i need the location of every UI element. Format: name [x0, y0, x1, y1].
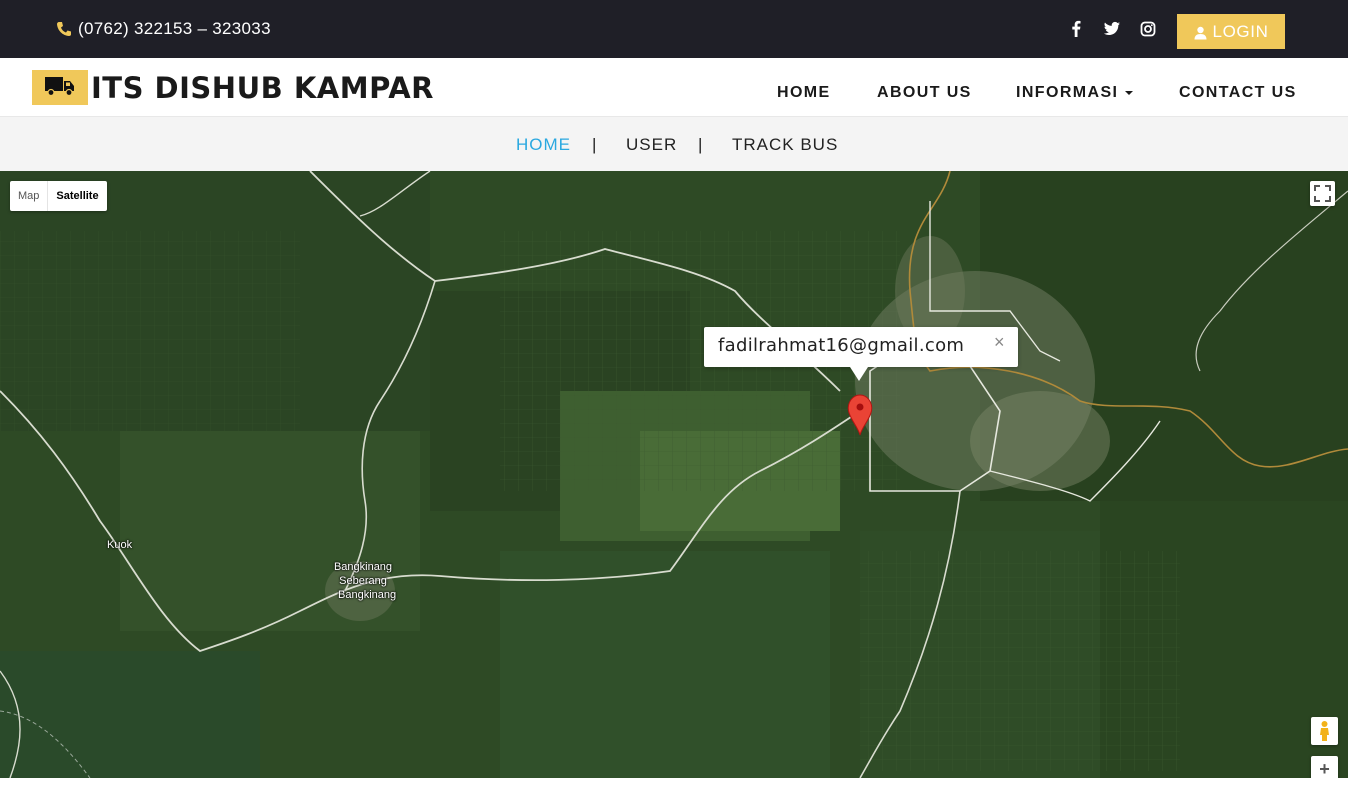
info-window-email: fadilrahmat16@gmail.com — [718, 335, 965, 356]
site-brand[interactable]: ITS DISHUB KAMPAR — [91, 71, 434, 105]
facebook-icon[interactable] — [1066, 20, 1086, 38]
subnav-separator: | — [698, 135, 704, 154]
phone-number: (0762) 322153 – 323033 — [78, 19, 271, 38]
street-view-button[interactable] — [1311, 717, 1338, 745]
instagram-icon[interactable] — [1138, 20, 1158, 38]
nav-contact-us[interactable]: CONTACT US — [1179, 84, 1297, 102]
nav-informasi[interactable]: INFORMASI — [1016, 84, 1134, 102]
twitter-icon[interactable] — [1102, 20, 1122, 38]
map-type-map-button[interactable]: Map — [10, 181, 47, 211]
place-label-bangkinang-seberang: Bangkinang Seberang — [333, 561, 393, 587]
info-window-close-icon[interactable]: × — [994, 332, 1005, 353]
phone-icon — [56, 21, 72, 37]
place-label-bangkinang: Bangkinang — [338, 589, 397, 601]
map-type-control: Map Satellite — [10, 181, 107, 211]
truck-icon — [44, 73, 76, 102]
login-label: LOGIN — [1212, 21, 1269, 41]
pegman-icon — [1311, 721, 1338, 749]
caret-down-icon — [1125, 90, 1134, 95]
map-type-satellite-button[interactable]: Satellite — [47, 181, 106, 211]
social-links — [1066, 20, 1174, 38]
nav-informasi-label: INFORMASI — [1016, 84, 1119, 101]
phone-info: (0762) 322153 – 323033 — [56, 19, 271, 39]
top-bar: (0762) 322153 – 323033 LOGIN — [0, 0, 1348, 58]
logo[interactable] — [32, 70, 88, 105]
subnav-home[interactable]: HOME — [516, 135, 571, 155]
login-button[interactable]: LOGIN — [1177, 14, 1285, 49]
info-window-tail — [850, 367, 868, 381]
map-info-window: fadilrahmat16@gmail.com × — [704, 327, 1018, 381]
fullscreen-button[interactable] — [1310, 181, 1335, 206]
sub-navigation: HOME | USER | TRACK BUS — [0, 116, 1348, 171]
place-label-kuok: Kuok — [107, 539, 133, 551]
subnav-user[interactable]: USER — [626, 135, 677, 155]
zoom-in-button[interactable]: + — [1311, 756, 1338, 778]
fullscreen-icon — [1310, 185, 1335, 210]
main-header: ITS DISHUB KAMPAR HOME ABOUT US INFORMAS… — [0, 58, 1348, 116]
satellite-map[interactable]: Map Satellite fadilrahmat16@gmail.com × … — [0, 171, 1348, 778]
subnav-track-bus[interactable]: TRACK BUS — [732, 135, 838, 155]
user-icon — [1194, 25, 1207, 39]
subnav-separator: | — [592, 135, 598, 154]
nav-about-us[interactable]: ABOUT US — [877, 84, 972, 102]
nav-home[interactable]: HOME — [777, 84, 831, 102]
map-imagery[interactable] — [0, 171, 1348, 778]
map-marker-icon[interactable] — [846, 393, 874, 437]
